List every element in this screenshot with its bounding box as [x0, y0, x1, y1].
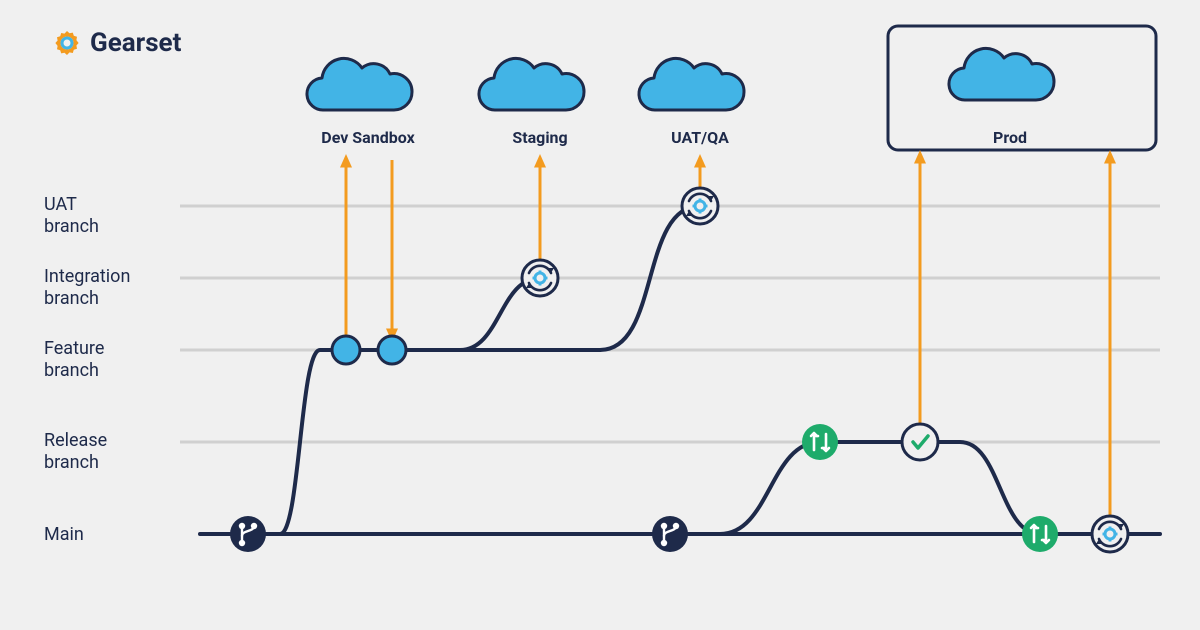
- node-release-check: [902, 424, 938, 460]
- cloud-prod: [949, 48, 1054, 100]
- node-feature-commit-1: [332, 336, 360, 364]
- node-main-commit-1: [230, 516, 266, 552]
- cloud-dev: [307, 58, 412, 110]
- diagram-canvas: Gearset UATbranch Integrationbranch Feat…: [0, 0, 1200, 630]
- cloud-staging: [479, 58, 584, 110]
- node-release-merge: [802, 424, 838, 460]
- node-main-commit-2: [652, 516, 688, 552]
- node-uat-ci: [682, 188, 718, 224]
- node-integration-ci: [522, 260, 558, 296]
- node-main-merge: [1022, 516, 1058, 552]
- pipeline-diagram: [0, 0, 1200, 630]
- node-feature-commit-2: [378, 336, 406, 364]
- branch-gridlines: [180, 206, 1160, 442]
- cloud-uat: [639, 58, 744, 110]
- deploy-arrows: [346, 156, 1110, 520]
- branch-paths: [200, 206, 1160, 534]
- node-main-ci: [1092, 516, 1128, 552]
